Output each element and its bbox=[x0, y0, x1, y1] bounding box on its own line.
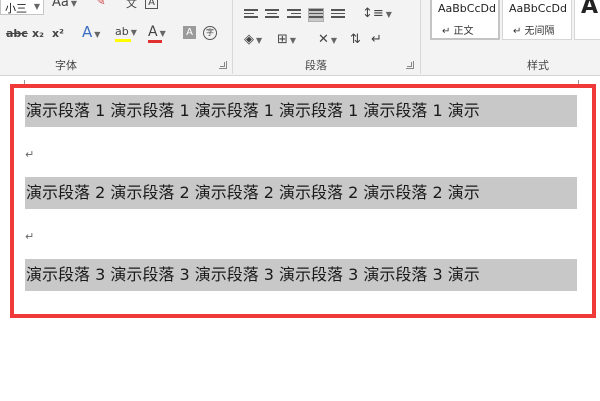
chevron-down-icon: ▼ bbox=[94, 30, 101, 39]
clear-formatting-icon[interactable]: ✎ bbox=[95, 0, 106, 10]
character-shading-label: A bbox=[186, 27, 193, 38]
chevron-down-icon: ▼ bbox=[289, 36, 297, 45]
highlight-label: ab bbox=[115, 25, 129, 38]
font-color-label: A bbox=[148, 24, 158, 40]
strikethrough-label: abc bbox=[6, 27, 28, 40]
phonetic-guide-label: 文 bbox=[126, 0, 137, 10]
chevron-down-icon: ▼ bbox=[33, 2, 40, 11]
chevron-down-icon: ▼ bbox=[130, 28, 137, 37]
change-case-button[interactable]: Aa ▼ bbox=[52, 0, 77, 12]
align-right-button[interactable] bbox=[287, 9, 301, 21]
font-size-select[interactable]: 小三 ▼ bbox=[0, 0, 44, 15]
line-spacing-icon[interactable]: ↕≡ ▼ bbox=[362, 6, 392, 23]
text-effects-button[interactable]: A ▼ bbox=[82, 24, 100, 43]
strikethrough-button[interactable]: abc bbox=[6, 26, 28, 42]
ribbon: 小三 ▼ Aa ▼ ✎ 文 A abc x₂ x² A ▼ ab ▼ A ▼ A 字 字… bbox=[0, 0, 600, 76]
borders-icon[interactable]: ⊞ ▼ bbox=[277, 32, 296, 49]
group-separator bbox=[232, 0, 233, 74]
style-sample: AaBbCcDd bbox=[509, 2, 567, 15]
style-heading[interactable]: A bbox=[574, 0, 600, 40]
shading-icon[interactable]: ◈ ▼ bbox=[244, 32, 262, 49]
font-size-value: 小三 bbox=[5, 2, 27, 15]
font-color-swatch bbox=[148, 40, 162, 43]
highlight-color-button[interactable]: ab ▼ bbox=[115, 24, 137, 42]
change-case-label: Aa bbox=[52, 0, 69, 10]
phonetic-guide-button[interactable]: 文 bbox=[126, 0, 137, 12]
style-sample: A bbox=[581, 0, 599, 19]
font-dialog-launcher-icon[interactable] bbox=[219, 61, 227, 69]
style-name: ↵ 无间隔 bbox=[513, 26, 555, 37]
chevron-down-icon: ▼ bbox=[70, 0, 78, 8]
distributed-button[interactable] bbox=[331, 9, 345, 21]
paragraph-dialog-launcher-icon[interactable] bbox=[406, 61, 414, 69]
annotation-frame bbox=[10, 84, 596, 318]
justify-button[interactable] bbox=[308, 8, 324, 22]
chinese-layout-icon[interactable]: ✕ ▼ bbox=[318, 32, 337, 49]
enclose-characters-label: 字 bbox=[206, 28, 214, 37]
font-color-button[interactable]: A ▼ bbox=[148, 24, 166, 43]
style-name: ↵ 正文 bbox=[442, 26, 474, 37]
styles-group-label: 样式 bbox=[527, 59, 549, 72]
chevron-down-icon: ▼ bbox=[385, 10, 392, 19]
enclose-characters-button[interactable]: 字 bbox=[203, 26, 217, 40]
paragraph-group-label: 段落 bbox=[305, 59, 327, 72]
subscript-button[interactable]: x₂ bbox=[32, 26, 44, 42]
superscript-label: x² bbox=[52, 27, 64, 40]
style-normal[interactable]: AaBbCcDd ↵ 正文 bbox=[430, 0, 500, 40]
text-effects-label: A bbox=[82, 23, 93, 41]
chevron-down-icon: ▼ bbox=[330, 36, 338, 45]
character-border-label: A bbox=[148, 0, 155, 8]
character-shading-button[interactable]: A bbox=[183, 26, 196, 39]
chevron-down-icon: ▼ bbox=[159, 29, 166, 38]
character-border-button[interactable]: A bbox=[145, 0, 158, 9]
highlight-swatch bbox=[115, 39, 131, 42]
superscript-button[interactable]: x² bbox=[52, 26, 64, 42]
style-sample: AaBbCcDd bbox=[438, 2, 496, 15]
sort-icon[interactable]: ⇅ bbox=[350, 32, 361, 48]
group-separator bbox=[420, 0, 421, 74]
align-center-button[interactable] bbox=[265, 9, 279, 21]
font-group-label: 字体 bbox=[55, 59, 77, 72]
style-no-spacing[interactable]: AaBbCcDd ↵ 无间隔 bbox=[502, 0, 572, 40]
subscript-label: x₂ bbox=[32, 27, 44, 40]
show-marks-icon[interactable]: ↵ bbox=[371, 32, 382, 48]
align-left-button[interactable] bbox=[244, 9, 258, 21]
chevron-down-icon: ▼ bbox=[256, 36, 263, 45]
